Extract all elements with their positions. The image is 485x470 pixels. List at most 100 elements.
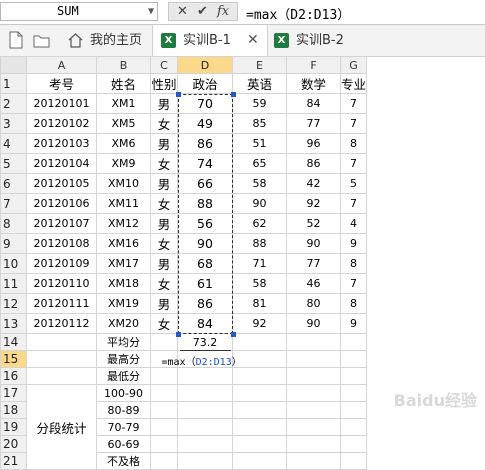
data-cell[interactable]: [232, 333, 287, 351]
fx-icon[interactable]: fx: [217, 4, 229, 19]
range-label[interactable]: 80-89: [96, 401, 151, 419]
avg-label[interactable]: 平均分: [96, 333, 151, 351]
row-header[interactable]: 13: [0, 313, 27, 334]
data-cell[interactable]: 84: [177, 313, 233, 334]
header-cell[interactable]: 英语: [232, 73, 287, 94]
data-cell[interactable]: 80: [286, 293, 341, 314]
new-document-icon[interactable]: [9, 31, 23, 49]
data-cell[interactable]: 56: [177, 213, 233, 234]
data-cell[interactable]: 92: [286, 193, 341, 214]
data-cell[interactable]: 女: [150, 113, 178, 134]
data-cell[interactable]: 男: [150, 293, 178, 314]
data-cell[interactable]: [339, 418, 368, 436]
name-box[interactable]: SUM ▼: [0, 2, 158, 21]
data-cell[interactable]: 8: [339, 293, 368, 314]
tab-home[interactable]: 我的主页: [60, 25, 152, 56]
data-cell[interactable]: 90: [232, 193, 287, 214]
row-header[interactable]: 7: [0, 193, 27, 214]
max-label[interactable]: 最高分: [96, 350, 151, 368]
data-cell[interactable]: XM6: [96, 133, 151, 154]
data-cell[interactable]: [232, 384, 287, 402]
row-header[interactable]: 6: [0, 173, 27, 194]
select-all-corner[interactable]: [0, 56, 27, 74]
data-cell[interactable]: [339, 435, 368, 453]
data-cell[interactable]: [150, 452, 178, 470]
row-header[interactable]: 14: [0, 333, 27, 351]
data-cell[interactable]: [150, 333, 178, 351]
data-cell[interactable]: [232, 401, 287, 419]
data-cell[interactable]: [150, 418, 178, 436]
data-cell[interactable]: 49: [177, 113, 233, 134]
data-cell[interactable]: 58: [232, 273, 287, 294]
data-cell[interactable]: 71: [232, 253, 287, 274]
data-cell[interactable]: 20120103: [26, 133, 97, 154]
data-cell[interactable]: XM9: [96, 153, 151, 174]
data-cell[interactable]: 7: [339, 273, 368, 294]
data-cell[interactable]: [26, 333, 97, 351]
row-header[interactable]: 19: [0, 418, 27, 436]
column-header[interactable]: A: [26, 56, 97, 74]
row-header[interactable]: 21: [0, 452, 27, 470]
row-header[interactable]: 20: [0, 435, 27, 453]
range-label[interactable]: 70-79: [96, 418, 151, 436]
header-cell[interactable]: 性别: [150, 73, 178, 94]
data-cell[interactable]: 90: [286, 313, 341, 334]
data-cell[interactable]: 66: [177, 173, 233, 194]
data-cell[interactable]: 46: [286, 273, 341, 294]
data-cell[interactable]: 男: [150, 133, 178, 154]
data-cell[interactable]: 7: [339, 93, 368, 114]
data-cell[interactable]: 42: [286, 173, 341, 194]
data-cell[interactable]: 男: [150, 213, 178, 234]
data-cell[interactable]: 20120101: [26, 93, 97, 114]
data-cell[interactable]: 61: [177, 273, 233, 294]
data-cell[interactable]: 9: [339, 313, 368, 334]
data-cell[interactable]: 女: [150, 233, 178, 254]
tab-shixun-b1[interactable]: X 实训B-1 ✕: [152, 25, 268, 56]
data-cell[interactable]: 20120106: [26, 193, 97, 214]
data-cell[interactable]: XM1: [96, 93, 151, 114]
data-cell[interactable]: 86: [177, 133, 233, 154]
data-cell[interactable]: 女: [150, 273, 178, 294]
data-cell[interactable]: 65: [232, 153, 287, 174]
data-cell[interactable]: [177, 418, 233, 436]
row-header[interactable]: 2: [0, 93, 27, 114]
data-cell[interactable]: [26, 350, 97, 368]
data-cell[interactable]: XM20: [96, 313, 151, 334]
row-header[interactable]: 15: [0, 350, 27, 368]
formula-input[interactable]: =max（D2:D13）: [246, 4, 350, 23]
data-cell[interactable]: 77: [286, 113, 341, 134]
data-cell[interactable]: [339, 384, 368, 402]
data-cell[interactable]: XM5: [96, 113, 151, 134]
close-icon[interactable]: ✕: [247, 25, 259, 56]
enter-icon[interactable]: ✔: [197, 4, 208, 19]
data-cell[interactable]: [339, 350, 368, 368]
data-cell[interactable]: [150, 384, 178, 402]
data-cell[interactable]: XM12: [96, 213, 151, 234]
data-cell[interactable]: 20120108: [26, 233, 97, 254]
data-cell[interactable]: 9: [339, 233, 368, 254]
data-cell[interactable]: 20120107: [26, 213, 97, 234]
row-header[interactable]: 12: [0, 293, 27, 314]
data-cell[interactable]: [232, 367, 287, 385]
data-cell[interactable]: [177, 452, 233, 470]
data-cell[interactable]: 20120109: [26, 253, 97, 274]
data-cell[interactable]: [286, 350, 341, 368]
column-header[interactable]: G: [339, 56, 368, 74]
data-cell[interactable]: 8: [339, 253, 368, 274]
data-cell[interactable]: XM19: [96, 293, 151, 314]
data-cell[interactable]: 59: [232, 93, 287, 114]
data-cell[interactable]: 20120111: [26, 293, 97, 314]
data-cell[interactable]: [286, 452, 341, 470]
row-header[interactable]: 8: [0, 213, 27, 234]
data-cell[interactable]: [150, 435, 178, 453]
range-label[interactable]: 100-90: [96, 384, 151, 402]
data-cell[interactable]: 70: [177, 93, 233, 114]
data-cell[interactable]: [177, 367, 233, 385]
header-cell[interactable]: 考号: [26, 73, 97, 94]
tab-shixun-b2[interactable]: X 实训B-2: [268, 25, 368, 56]
data-cell[interactable]: [286, 435, 341, 453]
data-cell[interactable]: 女: [150, 313, 178, 334]
data-cell[interactable]: 7: [339, 153, 368, 174]
data-cell[interactable]: 96: [286, 133, 341, 154]
data-cell[interactable]: 20120110: [26, 273, 97, 294]
